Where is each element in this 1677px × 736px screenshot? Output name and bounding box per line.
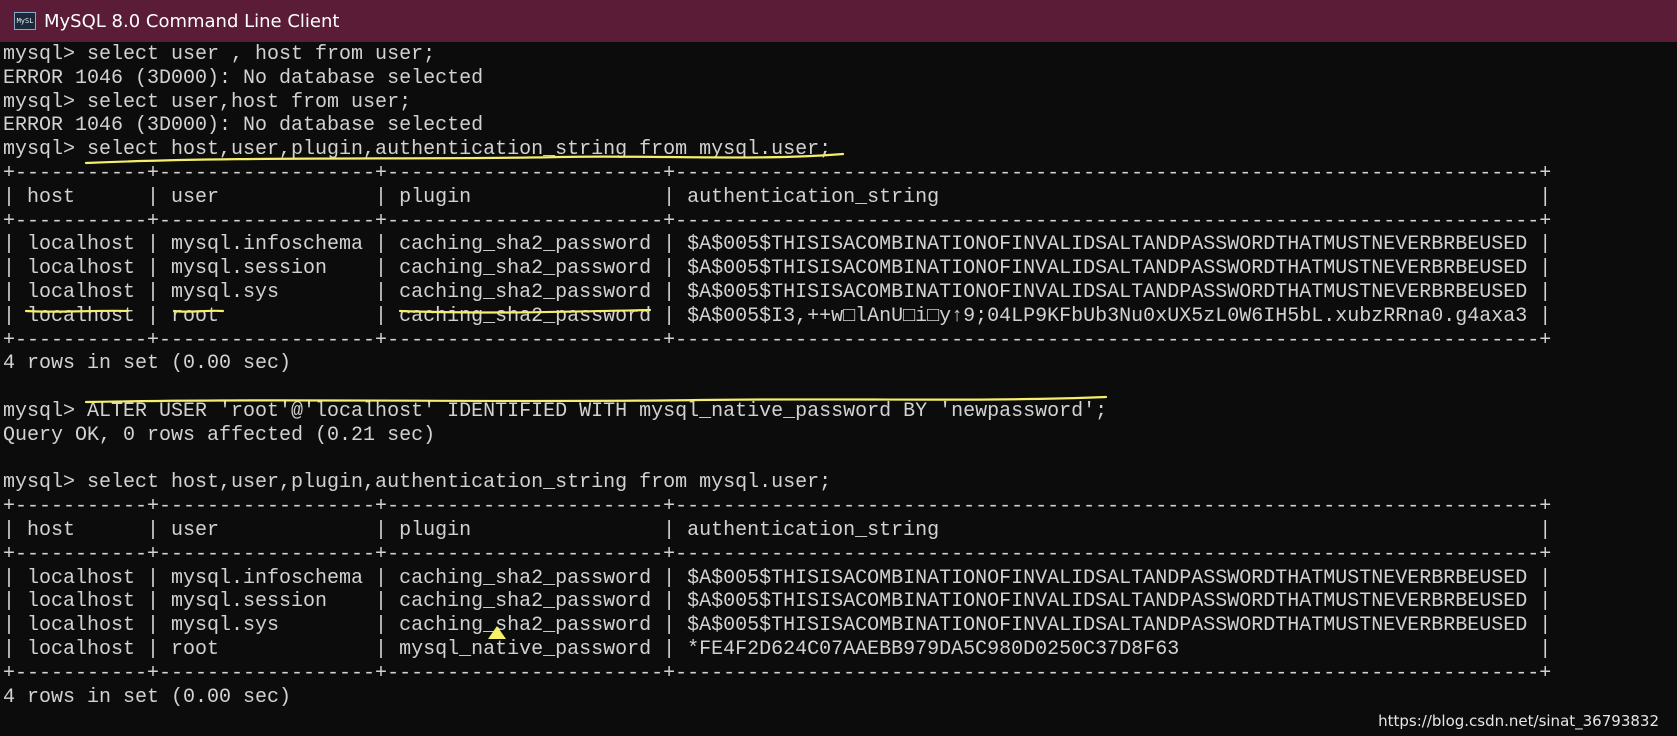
console-text[interactable]: mysql> select user , host from user; ERRO… (3, 43, 1551, 709)
mysql-console-window: MySL MySQL 8.0 Command Line Client mysql… (0, 0, 1677, 736)
table-border: +-----------+------------------+--------… (3, 542, 1552, 566)
console-line: mysql> ALTER USER 'root'@'localhost' IDE… (3, 399, 1108, 423)
console-line: mysql> select user,host from user; (3, 90, 412, 114)
app-icon-label: MySL (16, 16, 34, 25)
table-row: | localhost | mysql.infoschema | caching… (3, 233, 1552, 257)
table-row: | localhost | mysql.sys | caching_sha2_p… (3, 614, 1552, 638)
console-line: ERROR 1046 (3D000): No database selected (3, 66, 484, 90)
console-line: mysql> select host,user,plugin,authentic… (3, 471, 832, 495)
table-row: | localhost | mysql.infoschema | caching… (3, 566, 1552, 590)
table-row: | localhost | mysql.sys | caching_sha2_p… (3, 280, 1552, 304)
window-title: MySQL 8.0 Command Line Client (44, 10, 340, 32)
console-line: 4 rows in set (0.00 sec) (3, 352, 292, 376)
watermark: https://blog.csdn.net/sinat_36793832 (1378, 712, 1659, 730)
console-line: mysql> select user , host from user; (3, 43, 436, 66)
table-row: | localhost | root | mysql_native_passwo… (3, 637, 1552, 661)
console-line: ERROR 1046 (3D000): No database selected (3, 114, 484, 138)
title-bar[interactable]: MySL MySQL 8.0 Command Line Client (0, 0, 1677, 42)
console-line: 4 rows in set (0.00 sec) (3, 685, 292, 709)
table-border: +-----------+------------------+--------… (3, 495, 1552, 519)
console-line: mysql> select host,user,plugin,authentic… (3, 138, 832, 162)
table-row: | localhost | mysql.session | caching_sh… (3, 590, 1552, 614)
console-line: Query OK, 0 rows affected (0.21 sec) (3, 423, 436, 447)
table-row: | localhost | root | caching_sha2_passwo… (3, 304, 1552, 328)
table-border: +-----------+------------------+--------… (3, 661, 1552, 685)
table-border: +-----------+------------------+--------… (3, 328, 1552, 352)
table-row: | localhost | mysql.session | caching_sh… (3, 257, 1552, 281)
table-header-row: | host | user | plugin | authentication_… (3, 518, 1552, 542)
mysql-console-icon: MySL (14, 12, 36, 30)
table-border: +-----------+------------------+--------… (3, 209, 1552, 233)
table-border: +-----------+------------------+--------… (3, 161, 1552, 185)
console-output[interactable]: mysql> select user , host from user; ERRO… (0, 42, 1677, 736)
table-header-row: | host | user | plugin | authentication_… (3, 185, 1552, 209)
